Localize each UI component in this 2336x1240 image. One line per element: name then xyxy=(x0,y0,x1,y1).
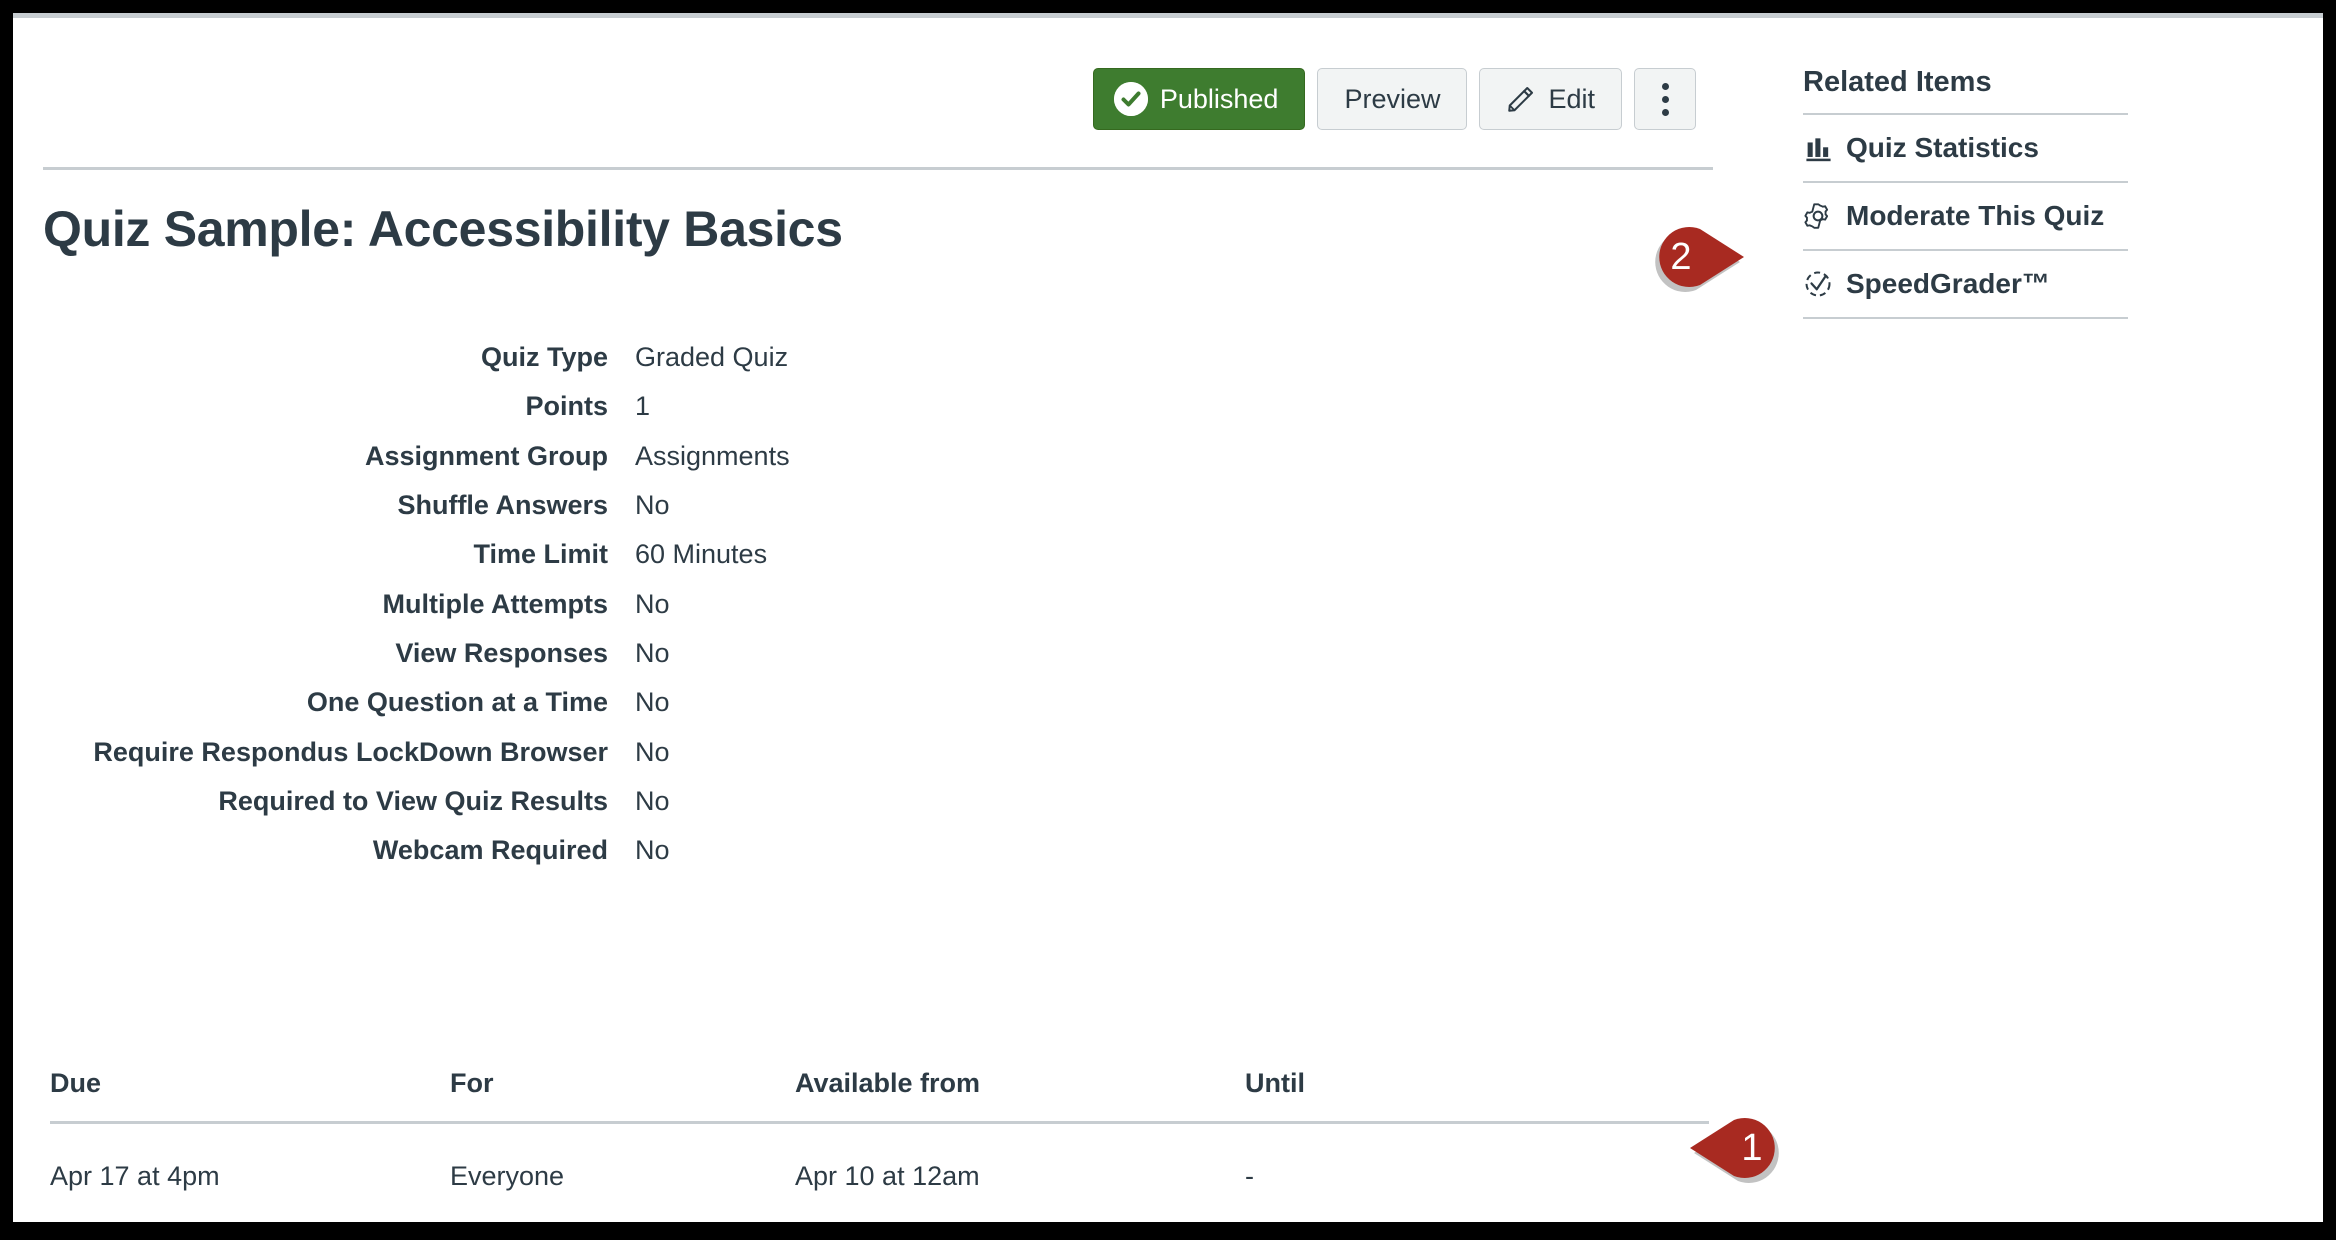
detail-row: Shuffle Answers No xyxy=(13,486,1013,524)
detail-row: Webcam Required No xyxy=(13,831,1013,869)
quiz-details-list: Quiz Type Graded Quiz Points 1 Assignmen… xyxy=(13,338,1013,881)
detail-value: No xyxy=(635,785,670,816)
header-action-buttons: Published Preview Edit xyxy=(1092,68,1696,130)
speedgrader-icon xyxy=(1803,269,1833,299)
related-items-sidebar: Related Items Quiz Statistics Moderate T… xyxy=(1803,66,2128,319)
detail-label: Required to View Quiz Results xyxy=(218,785,608,816)
detail-label: Assignment Group xyxy=(364,440,608,471)
sidebar-item-label: Moderate This Quiz xyxy=(1846,200,2105,231)
detail-value: No xyxy=(635,736,670,767)
cell-available: Apr 10 at 12am xyxy=(795,1122,1245,1222)
detail-label: Shuffle Answers xyxy=(397,489,608,520)
callout-badge-1: 1 xyxy=(1688,1113,1794,1183)
detail-row: Time Limit 60 Minutes xyxy=(13,535,1013,573)
callout-badge-2: 2 xyxy=(1640,222,1746,292)
screenshot-frame: Published Preview Edit Quiz Sample: Acce… xyxy=(0,0,2336,1240)
column-header-for: For xyxy=(450,1068,795,1124)
quiz-details-page: Published Preview Edit Quiz Sample: Acce… xyxy=(13,13,2323,1222)
sidebar-heading: Related Items xyxy=(1803,66,1992,98)
detail-row: View Responses No xyxy=(13,634,1013,672)
detail-label: Multiple Attempts xyxy=(382,588,609,619)
pencil-icon xyxy=(1506,84,1536,114)
detail-value: No xyxy=(635,489,670,520)
cell-due: Apr 17 at 4pm xyxy=(50,1122,450,1222)
detail-label: Quiz Type xyxy=(480,342,608,372)
detail-row: Points 1 xyxy=(13,387,1013,425)
detail-row: Quiz Type Graded Quiz xyxy=(13,338,1013,376)
detail-value: No xyxy=(635,637,670,668)
table-row: Apr 17 at 4pm Everyone Apr 10 at 12am - xyxy=(50,1122,1709,1222)
sidebar-item-quiz-statistics[interactable]: Quiz Statistics xyxy=(1803,115,2128,181)
edit-button-label: Edit xyxy=(1548,83,1595,114)
more-options-button[interactable] xyxy=(1634,68,1696,130)
kebab-dot-icon xyxy=(1661,95,1669,103)
assignment-dates-table: Due For Available from Until Apr 17 at 4… xyxy=(50,1068,1709,1222)
table-header-row: Due For Available from Until xyxy=(50,1068,1709,1124)
detail-value: 1 xyxy=(635,391,651,422)
detail-label: Time Limit xyxy=(473,539,608,570)
cell-until: - xyxy=(1245,1122,1709,1222)
cell-for: Everyone xyxy=(450,1122,795,1222)
sidebar-item-moderate-this-quiz[interactable]: Moderate This Quiz xyxy=(1803,183,2128,249)
detail-row: Multiple Attempts No xyxy=(13,585,1013,623)
page-title: Quiz Sample: Accessibility Basics xyxy=(43,201,843,257)
check-circle-icon xyxy=(1113,82,1148,116)
detail-label: Require Respondus LockDown Browser xyxy=(93,736,608,767)
detail-row: One Question at a Time No xyxy=(13,683,1013,721)
sidebar-item-label: SpeedGrader™ xyxy=(1846,268,2050,299)
column-header-until: Until xyxy=(1245,1068,1709,1124)
detail-value: 60 Minutes xyxy=(635,539,768,570)
page-header: Published Preview Edit xyxy=(13,18,1713,170)
preview-button-label: Preview xyxy=(1344,83,1441,114)
published-button[interactable]: Published xyxy=(1092,68,1306,130)
detail-label: View Responses xyxy=(395,637,608,668)
kebab-dot-icon xyxy=(1661,82,1669,90)
detail-row: Assignment Group Assignments xyxy=(13,437,1013,475)
detail-value: Graded Quiz xyxy=(635,342,789,372)
bar-chart-icon xyxy=(1803,133,1833,163)
sidebar-item-speedgrader[interactable]: SpeedGrader™ xyxy=(1803,251,2128,317)
kebab-dot-icon xyxy=(1661,108,1669,116)
detail-label: Points xyxy=(525,391,608,422)
sidebar-item-label: Quiz Statistics xyxy=(1846,132,2039,163)
sidebar-divider xyxy=(1803,317,2128,319)
column-header-available: Available from xyxy=(795,1068,1245,1124)
detail-value: No xyxy=(635,835,670,866)
detail-value: No xyxy=(635,588,670,619)
header-divider xyxy=(43,167,1713,170)
gear-icon xyxy=(1803,201,1833,231)
published-button-label: Published xyxy=(1159,83,1279,114)
column-header-due: Due xyxy=(50,1068,450,1124)
callout-number-2: 2 xyxy=(1670,235,1692,278)
callout-number-1: 1 xyxy=(1741,1126,1763,1169)
detail-value: Assignments xyxy=(635,440,790,471)
detail-row: Require Respondus LockDown Browser No xyxy=(13,733,1013,771)
edit-button[interactable]: Edit xyxy=(1479,68,1622,130)
detail-row: Required to View Quiz Results No xyxy=(13,782,1013,820)
preview-button[interactable]: Preview xyxy=(1317,68,1468,130)
detail-label: Webcam Required xyxy=(372,835,608,866)
detail-value: No xyxy=(635,687,670,718)
detail-label: One Question at a Time xyxy=(306,687,608,718)
